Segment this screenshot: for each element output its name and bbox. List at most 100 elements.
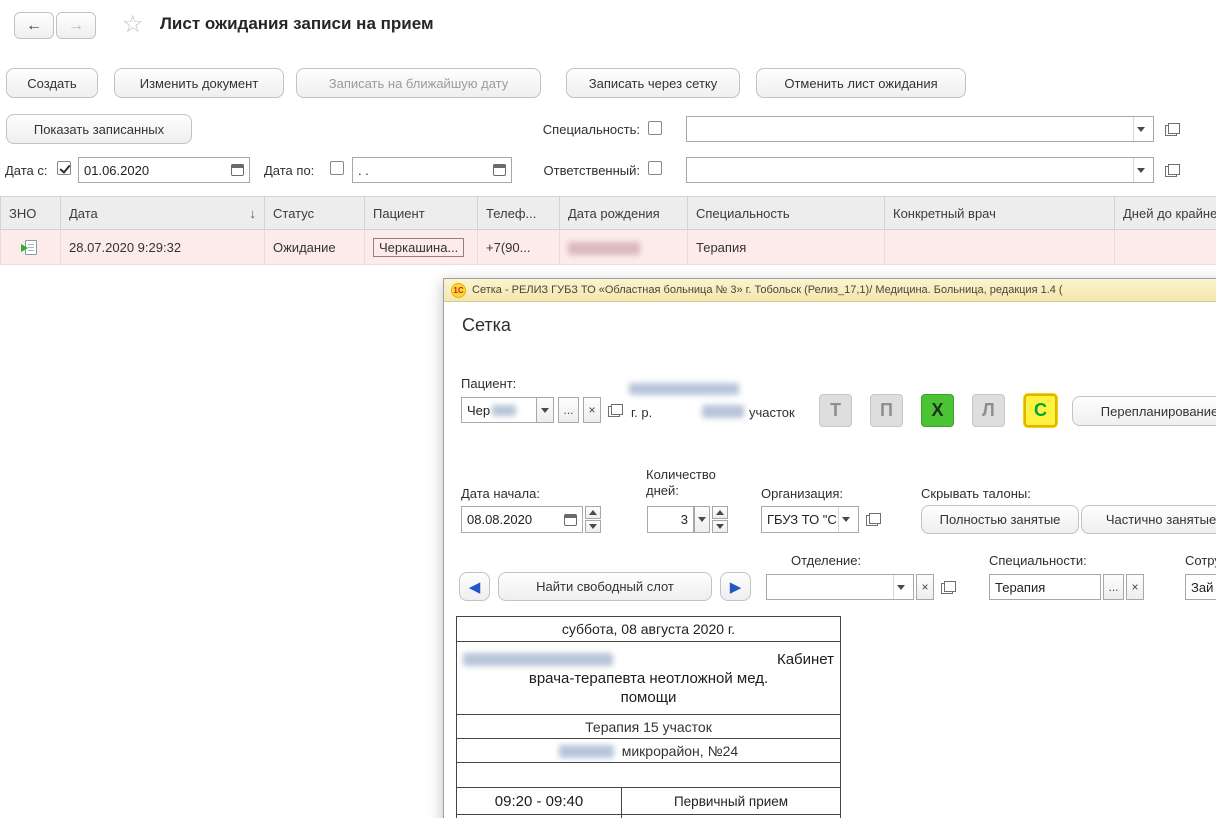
column-header-birthdate[interactable]: Дата рождения xyxy=(560,197,688,230)
hide-tickets-label: Скрывать талоны: xyxy=(921,486,1031,501)
responsible-filter-checkbox[interactable] xyxy=(648,161,662,175)
specialty-filter-combo[interactable] xyxy=(686,116,1154,142)
edit-document-button[interactable]: Изменить документ xyxy=(114,68,284,98)
spin-up-icon[interactable] xyxy=(712,506,728,519)
start-date-input[interactable]: 08.08.2020 xyxy=(461,506,583,533)
date-to-checkbox[interactable] xyxy=(330,161,344,175)
days-count-spinner[interactable] xyxy=(712,506,728,533)
patient-open-button[interactable] xyxy=(605,402,625,419)
specialty-open-button[interactable] xyxy=(1162,121,1182,138)
organization-value: ГБУЗ ТО "С xyxy=(767,512,837,527)
spin-up-icon[interactable] xyxy=(585,506,601,519)
employees-input[interactable]: Зай xyxy=(1185,574,1216,600)
tool-button-t[interactable]: Т xyxy=(819,394,852,427)
open-window-icon xyxy=(608,404,623,417)
spin-down-icon[interactable] xyxy=(585,520,601,533)
spin-down-icon[interactable] xyxy=(712,520,728,533)
back-button[interactable]: ← xyxy=(14,12,54,39)
cell-status[interactable]: Ожидание xyxy=(265,230,365,265)
forward-button[interactable]: → xyxy=(56,12,96,39)
column-header-doctor[interactable]: Конкретный врач xyxy=(885,197,1115,230)
table-row[interactable]: 28.07.2020 9:29:32 Ожидание Черкашина...… xyxy=(1,230,1216,265)
replanning-button[interactable]: Перепланирование xyxy=(1072,396,1216,426)
hide-fully-occupied-button[interactable]: Полностью занятые xyxy=(921,505,1079,534)
patient-dropdown-button[interactable] xyxy=(536,397,554,423)
calendar-icon[interactable] xyxy=(493,164,506,176)
specialties-input[interactable]: Терапия xyxy=(989,574,1101,600)
specialty-filter-label: Специальность: xyxy=(520,122,640,137)
department-open-button[interactable] xyxy=(938,579,958,596)
arrow-right-icon: ▶ xyxy=(730,578,742,596)
favorite-star-icon[interactable]: ☆ xyxy=(122,10,144,39)
specialties-ellipsis-button[interactable]: ... xyxy=(1103,574,1124,600)
cell-date[interactable]: 28.07.2020 9:29:32 xyxy=(61,230,265,265)
create-button[interactable]: Создать xyxy=(6,68,98,98)
patient-input[interactable]: Чер xyxy=(461,397,537,423)
start-date-spinner[interactable] xyxy=(585,506,601,533)
column-header-date[interactable]: Дата↓ xyxy=(61,197,265,230)
modal-title-bar[interactable]: 1С Сетка - РЕЛИЗ ГУБЗ ТО «Областная боль… xyxy=(444,279,1216,302)
slot-type-cell[interactable]: Первичный прием xyxy=(622,788,841,815)
document-posted-icon xyxy=(25,240,37,255)
patient-clear-button[interactable]: × xyxy=(583,397,601,423)
days-count-dropdown-button[interactable] xyxy=(694,506,710,533)
specialties-label: Специальности: xyxy=(989,553,1087,568)
tool-button-x[interactable]: X xyxy=(921,394,954,427)
date-from-checkbox[interactable] xyxy=(57,161,71,175)
prev-day-button[interactable]: ◀ xyxy=(459,572,490,601)
slot-type-cell[interactable] xyxy=(622,815,841,818)
department-dropdown-icon[interactable] xyxy=(893,575,908,599)
calendar-icon[interactable] xyxy=(564,514,577,526)
column-header-specialty[interactable]: Специальность xyxy=(688,197,885,230)
responsible-combo-dropdown-icon[interactable] xyxy=(1133,158,1148,182)
show-booked-button[interactable]: Показать записанных xyxy=(6,114,192,144)
cell-specialty[interactable]: Терапия xyxy=(688,230,885,265)
organization-dropdown-icon[interactable] xyxy=(838,507,853,532)
column-header-days-left[interactable]: Дней до крайнего xyxy=(1115,197,1216,230)
cancel-waitlist-button[interactable]: Отменить лист ожидания xyxy=(756,68,966,98)
patient-ellipsis-button[interactable]: ... xyxy=(558,397,579,423)
birth-year-suffix: г. р. xyxy=(631,405,652,420)
date-to-value: . . xyxy=(358,163,369,178)
slot-time-cell[interactable]: 09:20 - 09:40 xyxy=(457,788,622,815)
calendar-icon[interactable] xyxy=(231,164,244,176)
department-clear-button[interactable]: × xyxy=(916,574,934,600)
hide-partially-occupied-button[interactable]: Частично занятые xyxy=(1081,505,1216,534)
chevron-down-icon xyxy=(698,517,706,522)
address-text: микрорайон, №24 xyxy=(622,743,738,759)
organization-combo[interactable]: ГБУЗ ТО "С xyxy=(761,506,859,533)
arrow-left-icon: ◀ xyxy=(469,578,481,596)
cell-phone[interactable]: +7(90... xyxy=(478,230,560,265)
schedule-cabinet-cell: Кабинет врача-терапевта неотложной мед. … xyxy=(457,642,841,715)
cell-doctor[interactable] xyxy=(885,230,1115,265)
modal-window-title: Сетка - РЕЛИЗ ГУБЗ ТО «Областная больниц… xyxy=(472,284,1063,296)
slot-time-cell[interactable] xyxy=(457,815,622,818)
specialty-filter-checkbox[interactable] xyxy=(648,121,662,135)
refresh-button[interactable]: C xyxy=(1024,394,1057,427)
date-from-input[interactable]: 01.06.2020 xyxy=(78,157,250,183)
open-window-icon xyxy=(941,581,956,594)
organization-open-button[interactable] xyxy=(863,511,883,528)
days-count-input[interactable]: 3 xyxy=(647,506,694,533)
specialty-combo-dropdown-icon[interactable] xyxy=(1133,117,1148,141)
book-via-grid-button[interactable]: Записать через сетку xyxy=(566,68,740,98)
department-combo[interactable] xyxy=(766,574,914,600)
specialties-clear-button[interactable]: × xyxy=(1126,574,1144,600)
cell-birthdate[interactable] xyxy=(560,230,688,265)
column-header-status[interactable]: Статус xyxy=(265,197,365,230)
tool-button-l[interactable]: Л xyxy=(972,394,1005,427)
cell-days-left[interactable] xyxy=(1115,230,1216,265)
waiting-list-page: ← → ☆ Лист ожидания записи на прием Созд… xyxy=(0,0,1216,818)
book-nearest-date-button[interactable]: Записать на ближайшую дату xyxy=(296,68,541,98)
date-from-label: Дата с: xyxy=(5,163,48,178)
responsible-filter-combo[interactable] xyxy=(686,157,1154,183)
column-header-patient[interactable]: Пациент xyxy=(365,197,478,230)
next-day-button[interactable]: ▶ xyxy=(720,572,751,601)
cell-patient[interactable]: Черкашина... xyxy=(365,230,478,265)
column-header-phone[interactable]: Телеф... xyxy=(478,197,560,230)
tool-button-p[interactable]: П xyxy=(870,394,903,427)
responsible-open-button[interactable] xyxy=(1162,162,1182,179)
find-free-slot-button[interactable]: Найти свободный слот xyxy=(498,572,712,601)
date-to-input[interactable]: . . xyxy=(352,157,512,183)
column-header-zno[interactable]: ЗНО xyxy=(1,197,61,230)
